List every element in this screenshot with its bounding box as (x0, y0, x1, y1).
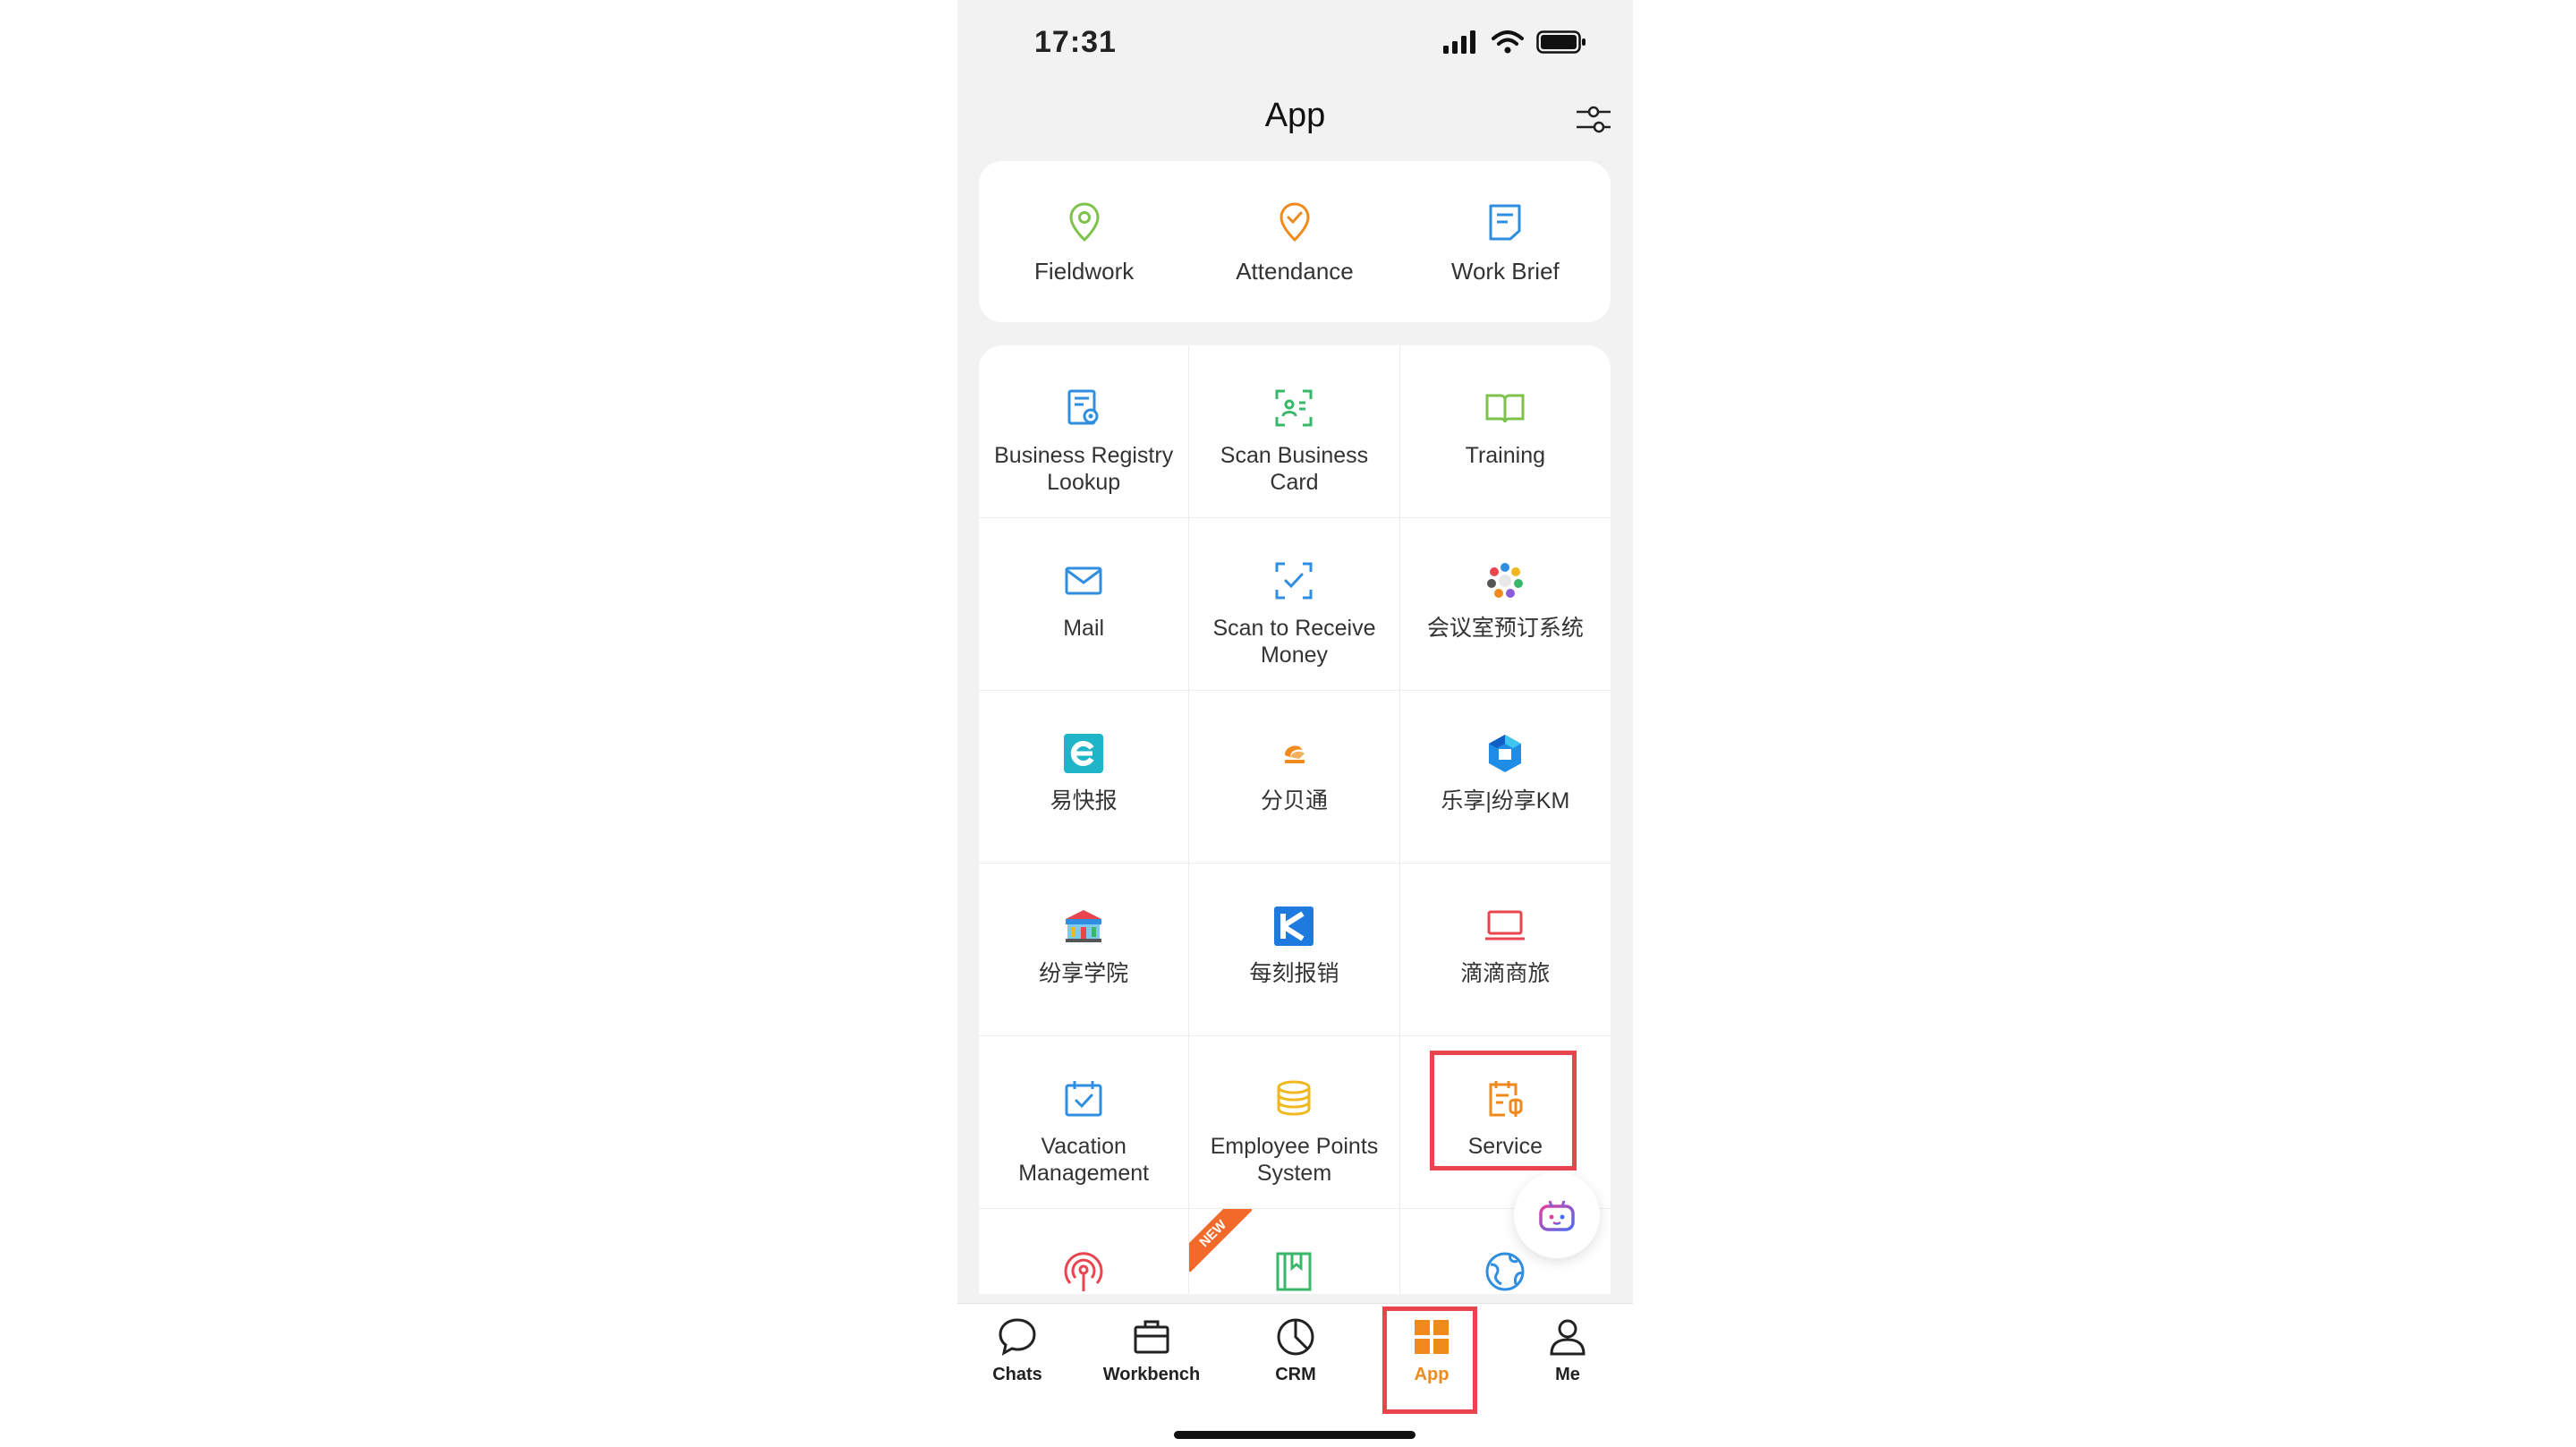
page-title: App (1264, 97, 1326, 134)
app-label: Fieldwork (1034, 258, 1135, 285)
pie-chart-icon (1277, 1318, 1314, 1356)
new-badge: NEW (1189, 1209, 1253, 1272)
chat-bubble-icon (999, 1318, 1036, 1356)
app-label: Attendance (1236, 258, 1354, 285)
app-fieldwork[interactable]: Fieldwork (979, 161, 1189, 322)
pinned-apps-card: Fieldwork Attendance Work Brief (979, 161, 1611, 322)
fenbeitong-icon (1285, 745, 1305, 763)
tab-label: Workbench (1102, 1365, 1201, 1384)
app-grid-icon (1415, 1320, 1449, 1354)
service-icon (1489, 1081, 1523, 1117)
app-grid-card: Business Registry Lookup Scan Business C… (979, 345, 1611, 1294)
globe-icon (1485, 1252, 1525, 1291)
tab-me[interactable]: Me (1509, 1316, 1626, 1385)
app-attendance[interactable]: Attendance (1189, 161, 1399, 322)
tab-chats[interactable]: Chats (959, 1316, 1075, 1385)
lexiang-km-icon (1489, 735, 1522, 772)
wifi-icon (1492, 30, 1524, 54)
battery-icon (1536, 30, 1586, 54)
vacation-calendar-icon (1065, 1081, 1102, 1117)
didi-travel-icon (1485, 910, 1526, 941)
tab-crm[interactable]: CRM (1237, 1316, 1354, 1385)
app-label: 滴滴商旅 (1460, 961, 1551, 986)
app-label: Scan Business Card (1220, 443, 1369, 495)
app-fenbeitong[interactable]: 分贝通 (1189, 691, 1400, 864)
app-label: 乐享|纷享KM (1441, 788, 1570, 813)
app-work-brief[interactable]: Work Brief (1400, 161, 1611, 322)
app-label: 每刻报销 (1249, 961, 1339, 986)
app-label: Mail (1063, 616, 1105, 641)
yikuaibao-icon (1064, 734, 1104, 773)
broadcast-icon (1064, 1252, 1103, 1291)
academy-icon (1066, 910, 1102, 942)
app-yikuaibao[interactable]: 易快报 (979, 691, 1190, 864)
filter-settings-button[interactable] (1574, 100, 1613, 140)
app-label: 易快报 (1050, 788, 1118, 813)
status-icons (1443, 30, 1586, 54)
app-label: 会议室预订系统 (1426, 616, 1584, 641)
scan-card-icon (1275, 389, 1313, 427)
app-scan-business-card[interactable]: Scan Business Card (1189, 345, 1400, 518)
registry-lookup-icon (1067, 389, 1099, 425)
app-scan-to-receive-money[interactable]: Scan to Receive Money (1189, 518, 1400, 691)
tab-label: Me (1555, 1365, 1580, 1384)
app-label: Work Brief (1450, 258, 1560, 285)
app-business-registry-lookup[interactable]: Business Registry Lookup (979, 345, 1190, 518)
location-pin-icon (1069, 202, 1100, 243)
app-didi-travel[interactable]: 滴滴商旅 (1399, 864, 1611, 1036)
home-indicator (1174, 1431, 1416, 1439)
app-broadcast[interactable] (979, 1209, 1190, 1294)
app-label: 分贝通 (1260, 788, 1328, 813)
app-label: Vacation Management (1018, 1134, 1150, 1186)
app-mail[interactable]: Mail (979, 518, 1190, 691)
briefcase-icon (1134, 1320, 1169, 1354)
app-vacation-management[interactable]: Vacation Management (979, 1036, 1190, 1209)
meeting-room-icon (1487, 563, 1524, 598)
book-icon (1485, 394, 1525, 423)
app-label: 纷享学院 (1039, 961, 1129, 986)
tab-app[interactable]: App (1373, 1316, 1490, 1385)
app-lexiang-km[interactable]: 乐享|纷享KM (1399, 691, 1611, 864)
app-label: Service (1467, 1134, 1543, 1159)
person-icon (1550, 1319, 1586, 1356)
app-academy[interactable]: 纷享学院 (979, 864, 1190, 1036)
attendance-check-icon (1279, 202, 1310, 243)
app-label: Training (1465, 443, 1546, 468)
tab-label: CRM (1275, 1365, 1316, 1384)
bottom-tab-bar: Chats Workbench CRM App Me (957, 1303, 1633, 1447)
tab-label: Chats (992, 1365, 1042, 1384)
sliders-icon (1577, 106, 1611, 133)
status-time: 17:31 (1034, 25, 1117, 59)
tab-workbench[interactable]: Workbench (1093, 1316, 1210, 1385)
points-coins-icon (1277, 1080, 1311, 1116)
app-maycur[interactable]: 每刻报销 (1189, 864, 1400, 1036)
app-training[interactable]: Training (1399, 345, 1611, 518)
app-label: Scan to Receive Money (1212, 616, 1376, 668)
scan-money-icon (1275, 562, 1313, 600)
assistant-bot-button[interactable] (1514, 1172, 1600, 1258)
work-brief-icon (1489, 204, 1521, 241)
maycur-icon (1274, 907, 1314, 946)
app-label: Employee Points System (1210, 1134, 1379, 1186)
app-employee-points-system[interactable]: Employee Points System (1189, 1036, 1400, 1209)
app-label: Business Registry Lookup (994, 443, 1174, 495)
notebook-icon (1276, 1252, 1312, 1291)
app-notebook[interactable]: NEW (1189, 1209, 1400, 1294)
signal-icon (1443, 30, 1475, 54)
robot-icon (1539, 1200, 1575, 1231)
mail-icon (1065, 566, 1102, 595)
app-meeting-room[interactable]: 会议室预订系统 (1399, 518, 1611, 691)
tab-label: App (1414, 1365, 1450, 1384)
